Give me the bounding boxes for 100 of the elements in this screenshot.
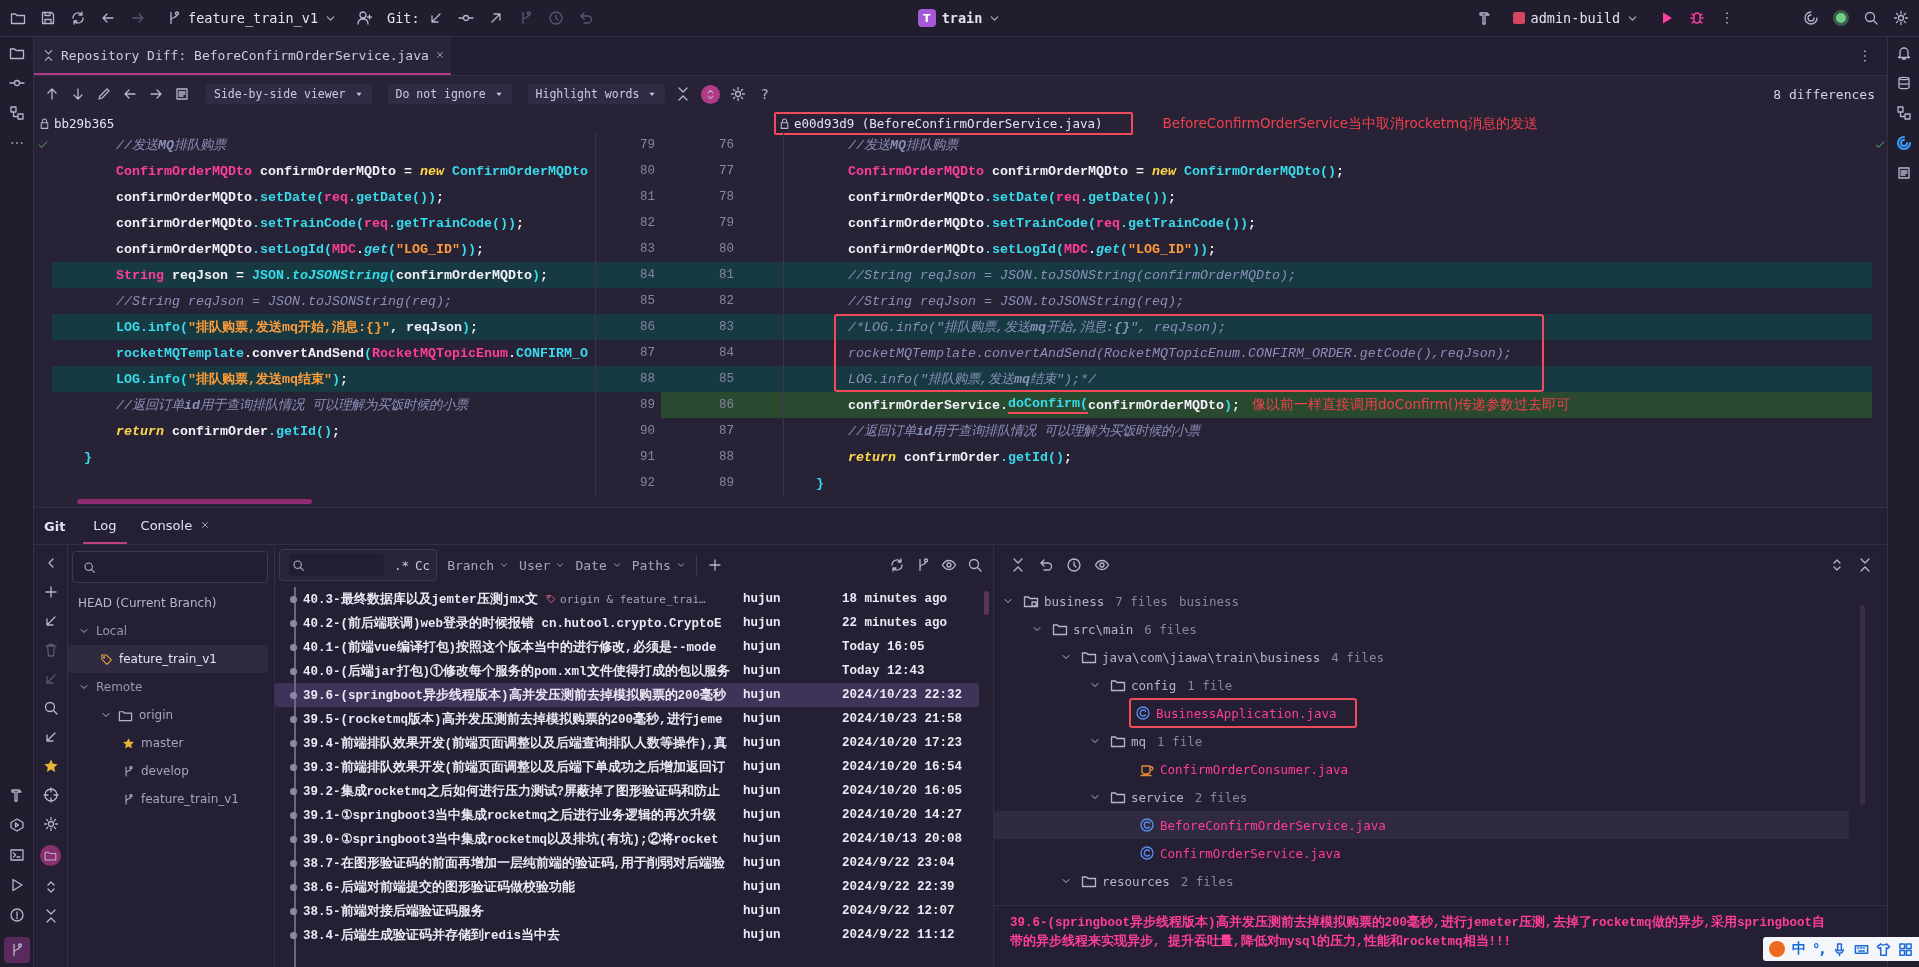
branch-tree-item[interactable]: master: [68, 729, 268, 757]
commit-row[interactable]: 40.1-(前端vue编译打包)按照这个版本当中的进行修改,必须是--mode hujun Today 16:05: [275, 635, 979, 659]
ime-logo-icon[interactable]: [1768, 941, 1785, 957]
settings-icon[interactable]: [42, 816, 59, 832]
regex-toggle[interactable]: .*: [394, 557, 410, 573]
branch-tree-item[interactable]: feature_train_v1: [68, 785, 268, 813]
file-tree-item[interactable]: ConfirmOrderService.java: [994, 839, 1849, 867]
shirt-icon[interactable]: [1876, 941, 1891, 957]
commit-row[interactable]: 40.0-(后端jar打包)①修改每个服务的pom.xml文件使得打成的包以服务 hujun Today 12:43: [275, 659, 979, 683]
folder-icon: [1052, 621, 1068, 637]
file-tree-item[interactable]: resources 2 files: [994, 867, 1849, 895]
settings-icon[interactable]: [1893, 10, 1909, 26]
settings-icon[interactable]: [730, 86, 747, 102]
services-icon[interactable]: [8, 817, 25, 833]
star-icon[interactable]: [42, 758, 59, 774]
branch-tree-item[interactable]: origin: [68, 701, 268, 729]
search-icon[interactable]: [967, 557, 983, 573]
save-icon[interactable]: [40, 10, 56, 26]
editor-tab[interactable]: Repository Diff: BeforeConfirmOrderService.java: [34, 37, 451, 75]
grid-icon[interactable]: [1898, 941, 1913, 957]
commit-row[interactable]: 39.1-①springboot3当中集成rocketmq之后进行业务逻辑的再次升级 hujun 2024/10/20 14:27: [275, 803, 979, 827]
commit-row[interactable]: 39.0-①springboot3当中集成rocketmq以及排坑(有坑);②将rocket hujun 2024/10/13 20:08: [275, 827, 979, 851]
file-tree-item[interactable]: service 2 files: [994, 783, 1849, 811]
panel-tab[interactable]: Console: [130, 508, 221, 544]
git-tool-button[interactable]: [3, 937, 30, 963]
group-button[interactable]: [40, 845, 61, 866]
file-tree-item[interactable]: BeforeConfirmOrderService.java: [994, 811, 1849, 839]
sync-icon[interactable]: [70, 10, 86, 26]
debug-icon[interactable]: [1689, 10, 1705, 26]
eye-icon[interactable]: [941, 557, 957, 573]
user-add-icon[interactable]: [357, 10, 374, 26]
database-icon[interactable]: [1895, 75, 1912, 91]
close-icon[interactable]: [200, 520, 211, 530]
commit-row[interactable]: 39.5-(rocketmq版本)高并发压测前去掉模拟购票的200毫秒,进行jeme hujun 2024/10/23 21:58: [275, 707, 979, 731]
notifications-icon[interactable]: [1895, 45, 1912, 61]
commit-author: hujun: [742, 736, 782, 750]
target-icon[interactable]: [42, 787, 59, 803]
branch-tree-item[interactable]: Remote: [68, 673, 268, 701]
git-branch-widget[interactable]: feature_train_v1: [160, 6, 344, 30]
sync-scroll-toggle[interactable]: [701, 84, 721, 104]
viewer-dropdown[interactable]: Side-by-side viewer: [206, 84, 372, 104]
commit-row[interactable]: 39.6-(springboot异步线程版本)高并发压测前去掉模拟购票的200毫秒 hujun 2024/10/23 22:32: [275, 683, 979, 707]
list-icon[interactable]: [174, 86, 190, 102]
commit-row[interactable]: 40.2-(前后端联调)web登录的时候报错 cn.hutool.crypto.CryptoE hujun 22 minutes ago: [275, 611, 979, 635]
commit-row[interactable]: 39.2-集成rocketmq之后如何进行压力测试?屏蔽掉了图形验证码和防止 hujun 2024/10/20 16:05: [275, 779, 979, 803]
branch-tree-item[interactable]: HEAD (Current Branch): [68, 589, 268, 617]
assistant-icon[interactable]: [1895, 135, 1912, 151]
filter-dropdown[interactable]: User: [519, 557, 566, 573]
branch-tree-item[interactable]: develop: [68, 757, 268, 785]
commit-row[interactable]: 39.3-前端排队效果开发(前端页面调整以及后端下单成功之后增加返回订 hujun 2024/10/20 16:54: [275, 755, 979, 779]
input-mode-button[interactable]: 中: [1791, 940, 1806, 958]
search-field[interactable]: [72, 551, 268, 583]
close-icon[interactable]: [434, 50, 445, 60]
eye-icon[interactable]: [1094, 557, 1110, 573]
filter-dropdown[interactable]: Branch: [447, 557, 510, 573]
file-tree-item[interactable]: mq 1 file: [994, 727, 1849, 755]
commit-date: 2024/10/13 20:08: [842, 832, 964, 846]
assistant-icon[interactable]: [1803, 10, 1819, 26]
search-icon[interactable]: [42, 700, 59, 716]
branch-tree-item[interactable]: feature_train_v1: [68, 645, 268, 673]
whitespace-dropdown[interactable]: Do not ignore: [387, 84, 512, 104]
scrollbar[interactable]: [77, 499, 312, 504]
edit-icon[interactable]: [96, 86, 112, 102]
panel-tab[interactable]: Log: [83, 508, 127, 544]
commit-row[interactable]: 38.5-前端对接后端验证码服务 hujun 2024/9/22 12:07: [275, 899, 979, 923]
file-tree-item[interactable]: business 7 files business: [994, 587, 1849, 615]
scrollbar[interactable]: [984, 591, 989, 615]
commit-row[interactable]: 38.4-后端生成验证码并存储到redis当中去 hujun 2024/9/22 11:12: [275, 923, 979, 947]
match-case-toggle[interactable]: Cc: [415, 557, 431, 573]
search-icon[interactable]: [1863, 10, 1879, 26]
filter-dropdown[interactable]: Paths: [631, 557, 686, 573]
folder-icon[interactable]: [8, 45, 25, 61]
file-tree-item[interactable]: BusinessApplication.java: [994, 699, 1849, 727]
project-dropdown[interactable]: T train: [911, 5, 1008, 31]
class-icon: [1139, 845, 1155, 861]
help-button[interactable]: ?: [756, 86, 773, 102]
commit-row[interactable]: 38.7-在图形验证码的前面再增加一层纯前端的验证码,用于削弱对后端验 hujun 2024/9/22 23:04: [275, 851, 979, 875]
file-tree-item[interactable]: src\main 6 files: [994, 615, 1849, 643]
branch-tree-item[interactable]: Local: [68, 617, 268, 645]
refresh-icon[interactable]: [889, 557, 905, 573]
terminal-icon[interactable]: [8, 847, 25, 863]
highlight-dropdown[interactable]: Highlight words: [527, 84, 666, 104]
history-icon[interactable]: [1066, 557, 1082, 573]
revert-icon[interactable]: [1038, 557, 1054, 573]
commit-row[interactable]: 39.4-前端排队效果开发(前端页面调整以及后端查询排队人数等操作),真 hujun 2024/10/20 17:23: [275, 731, 979, 755]
structure-icon[interactable]: [8, 105, 25, 121]
problems-icon[interactable]: [8, 907, 25, 923]
punctuation-button[interactable]: °,: [1812, 941, 1825, 957]
commit-dot: [290, 787, 297, 795]
file-tree-item[interactable]: java\com\jiawa\train\business 4 files: [994, 643, 1849, 671]
filter-dropdown[interactable]: Date: [575, 557, 622, 573]
file-tree-item[interactable]: config 1 file: [994, 671, 1849, 699]
status-dot-icon[interactable]: [1833, 10, 1849, 26]
commit-dot: [290, 883, 297, 891]
run-config-dropdown[interactable]: admin-build: [1506, 6, 1645, 30]
commit-row[interactable]: 40.3-最终数据库以及jemter压测jmx文 origin & feature_trai… hujun 18 minutes ago: [275, 587, 979, 611]
microphone-icon[interactable]: [1832, 941, 1847, 957]
search-field[interactable]: .* Cc: [279, 549, 438, 581]
commit-row[interactable]: 38.6-后端对前端提交的图形验证码做校验功能 hujun 2024/9/22 22:39: [275, 875, 979, 899]
file-tree-item[interactable]: ConfirmOrderConsumer.java: [994, 755, 1849, 783]
